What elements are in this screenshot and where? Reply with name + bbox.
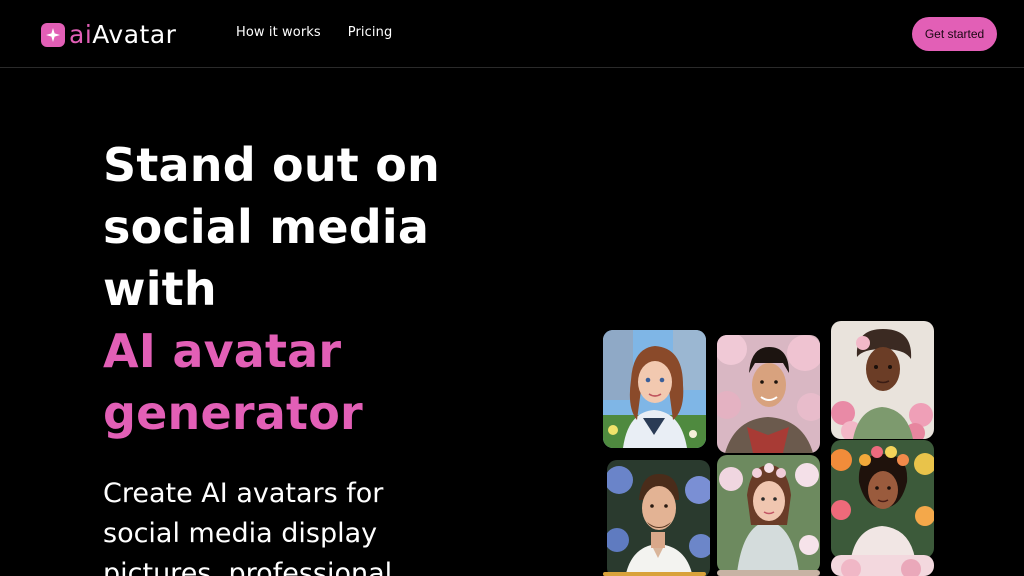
avatar-woman-city-image bbox=[603, 330, 706, 448]
hero-subtitle: Create AI avatars for social media displ… bbox=[103, 478, 393, 576]
main-nav: How it works Pricing bbox=[236, 25, 392, 40]
top-navigation-bar: aiAvatar How it works Pricing Get starte… bbox=[0, 0, 1024, 68]
hero-title-accent-line: generator bbox=[103, 386, 363, 440]
logo-avatar: Avatar bbox=[92, 20, 177, 49]
hero-title: Stand out on social media with AI avatar… bbox=[103, 134, 543, 444]
avatar-gallery bbox=[590, 312, 950, 576]
logo-link[interactable]: aiAvatar bbox=[41, 22, 176, 48]
hero-title-line: Stand out on bbox=[103, 138, 440, 192]
hero-title-accent-line: AI avatar bbox=[103, 324, 342, 378]
avatar-woman-veil-image bbox=[717, 455, 820, 573]
nav-pricing[interactable]: Pricing bbox=[348, 25, 393, 40]
hero-title-line: with bbox=[103, 262, 217, 316]
avatar-man-hydrangea-image bbox=[607, 460, 710, 576]
logo-ai: ai bbox=[69, 20, 93, 49]
logo-text: aiAvatar bbox=[69, 22, 176, 48]
hero-title-line: social media bbox=[103, 200, 430, 254]
sparkle-icon bbox=[41, 23, 65, 47]
avatar-woman-flowers-image bbox=[831, 321, 934, 439]
avatar-man-samurai-image bbox=[717, 335, 820, 453]
nav-how-it-works[interactable]: How it works bbox=[236, 25, 321, 40]
avatar-woman-floral-crown-image bbox=[831, 440, 934, 558]
avatar-partial-image bbox=[717, 570, 820, 576]
avatar-partial-image bbox=[831, 555, 934, 576]
avatar-partial-image bbox=[603, 572, 706, 576]
get-started-button[interactable]: Get started bbox=[912, 17, 997, 51]
